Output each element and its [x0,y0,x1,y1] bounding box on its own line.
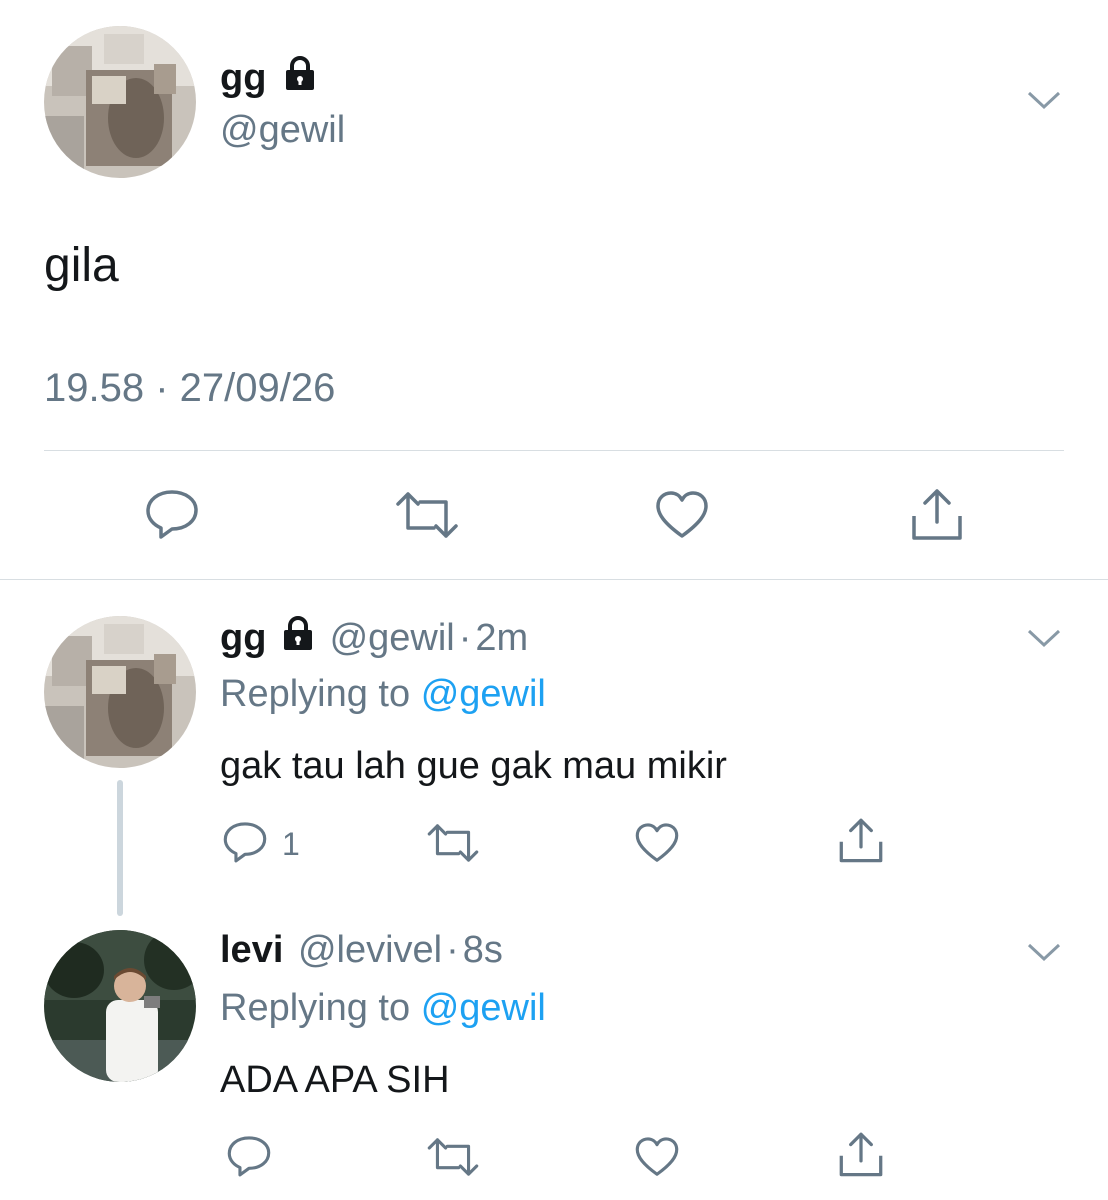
handle[interactable]: @levivel [298,929,442,971]
tweet-text: gak tau lah gue gak mau mikir [220,745,727,787]
lock-icon [283,56,317,104]
replying-label: Replying to [220,673,411,715]
avatar[interactable] [44,930,196,1082]
tweet-text: gila [44,239,119,292]
reply-icon[interactable] [144,488,200,540]
chevron-down-icon[interactable] [1026,626,1062,650]
display-name[interactable]: gg [220,617,266,659]
thread-line [117,780,123,916]
share-icon[interactable] [908,486,966,542]
retweet-icon[interactable] [426,822,480,864]
handle[interactable]: @gewil [220,106,345,154]
like-icon[interactable] [634,822,680,864]
chevron-down-icon[interactable] [1026,88,1062,112]
reply-icon[interactable] [222,820,268,864]
divider [0,579,1108,580]
tweet-text: ADA APA SIH [220,1059,450,1101]
lock-icon [281,616,315,664]
share-icon[interactable] [836,816,886,864]
replying-label: Replying to [220,987,411,1029]
avatar[interactable] [44,26,196,178]
separator: · [446,929,459,971]
time-ago[interactable]: 8s [463,929,503,971]
retweet-icon[interactable] [394,490,460,540]
replying-handle-link[interactable]: @gewil [421,673,546,715]
chevron-down-icon[interactable] [1026,940,1062,964]
time-ago[interactable]: 2m [475,617,528,659]
handle[interactable]: @gewil [330,617,455,659]
reply-count: 1 [282,826,300,862]
avatar[interactable] [44,616,196,768]
like-icon[interactable] [654,490,710,540]
like-icon[interactable] [634,1136,680,1178]
divider [44,450,1064,451]
display-name[interactable]: gg [220,57,266,99]
replying-handle-link[interactable]: @gewil [421,987,546,1029]
retweet-icon[interactable] [426,1136,480,1178]
reply-icon[interactable] [226,1134,272,1178]
timestamp[interactable]: 19.58 · 27/09/26 [44,362,335,414]
share-icon[interactable] [836,1130,886,1178]
separator: · [458,617,472,659]
display-name[interactable]: levi [220,929,283,971]
